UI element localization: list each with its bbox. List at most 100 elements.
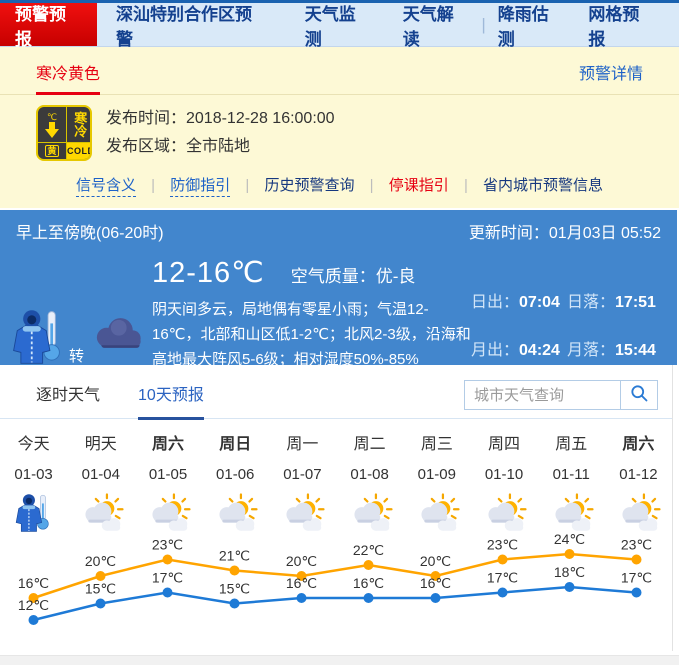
svg-text:17℃: 17℃ bbox=[152, 570, 183, 586]
down-arrow-head-icon bbox=[45, 129, 59, 138]
day-name: 周日 bbox=[202, 430, 269, 454]
link-province-city-warning[interactable]: 省内城市预警信息 bbox=[483, 177, 603, 194]
moonrise-time: 月出：04:24 bbox=[471, 336, 567, 373]
link-defense-guide[interactable]: 防御指引 bbox=[170, 177, 230, 197]
city-search-input[interactable] bbox=[464, 380, 621, 410]
forecast-day-column[interactable]: 周三01-09 bbox=[403, 430, 470, 534]
search-icon bbox=[629, 383, 649, 408]
day-name: 周五 bbox=[538, 430, 605, 454]
partly-cloudy-icon bbox=[67, 492, 134, 534]
alert-section: 寒冷黄色 预警详情 ℃ 寒冷 黄 COLD 发布时间：2018-12-28 16… bbox=[0, 47, 679, 208]
tab-shenshan-warning[interactable]: 深汕特别合作区预警 bbox=[97, 3, 286, 46]
day-date: 01-07 bbox=[269, 466, 336, 483]
svg-text:16℃: 16℃ bbox=[353, 575, 384, 591]
alert-icon-cold-cell: COLD bbox=[67, 143, 92, 159]
tab-ten-day-forecast[interactable]: 10天预报 bbox=[138, 381, 204, 420]
transition-label: 转 bbox=[69, 345, 84, 366]
current-weather-section: 早上至傍晚(06-20时) 更新时间：01月03日 05:52 转 bbox=[0, 210, 677, 365]
day-name: 明天 bbox=[67, 430, 134, 454]
link-weather-interpretation[interactable]: 天气解读 bbox=[391, 0, 482, 50]
dark-cloud-icon bbox=[89, 313, 145, 358]
tab-weather-monitor[interactable]: 天气监测 bbox=[286, 3, 391, 46]
day-date: 01-12 bbox=[605, 466, 672, 483]
link-history-query[interactable]: 历史预警查询 bbox=[264, 177, 354, 194]
alert-icon-arrow-cell: ℃ bbox=[38, 107, 67, 143]
partly-cloudy-icon bbox=[134, 492, 201, 534]
tab-warning-forecast[interactable]: 预警预报 bbox=[0, 3, 97, 46]
link-grid-forecast-label: 网格预报 bbox=[588, 0, 655, 50]
svg-text:23℃: 23℃ bbox=[152, 537, 183, 553]
day-date: 01-08 bbox=[336, 466, 403, 483]
nav-right-links: 天气解读 | 降雨估测 网格预报 bbox=[391, 3, 679, 46]
svg-text:20℃: 20℃ bbox=[85, 553, 116, 569]
link-signal-meaning[interactable]: 信号含义 bbox=[76, 177, 136, 197]
current-weather-icons: 转 bbox=[10, 255, 146, 372]
partly-cloudy-icon bbox=[202, 492, 269, 534]
current-weather-main: 12-16℃ 空气质量：优-良 阴天间多云，局地偶有零星小雨；气温12-16℃，… bbox=[146, 255, 471, 372]
partly-cloudy-icon bbox=[269, 492, 336, 534]
svg-text:17℃: 17℃ bbox=[621, 570, 652, 586]
svg-text:17℃: 17℃ bbox=[487, 570, 518, 586]
forecast-day-column[interactable]: 明天 01-04 bbox=[67, 430, 134, 534]
svg-text:16℃: 16℃ bbox=[286, 575, 317, 591]
link-rain-estimate-label: 降雨估测 bbox=[498, 0, 565, 50]
svg-text:21℃: 21℃ bbox=[219, 548, 250, 564]
alert-icon-level-cell: 黄 bbox=[38, 143, 67, 159]
svg-text:20℃: 20℃ bbox=[286, 553, 317, 569]
alert-level-en-label: COLD bbox=[67, 146, 92, 156]
down-arrow-icon bbox=[49, 122, 55, 129]
link-alert-details[interactable]: 预警详情 bbox=[579, 60, 643, 94]
sunrise-time: 日出：07:04 bbox=[471, 288, 567, 325]
partly-cloudy-icon bbox=[403, 492, 470, 534]
city-search bbox=[464, 380, 658, 410]
tab-hourly-weather[interactable]: 逐时天气 bbox=[36, 381, 100, 417]
weather-description: 阴天间多云，局地偶有零星小雨；气温12-16℃，北部和山区低1-2℃；北风2-3… bbox=[152, 297, 471, 372]
svg-text:16℃: 16℃ bbox=[18, 575, 49, 591]
publish-area: 发布区域：全市陆地 bbox=[106, 133, 335, 161]
links-separator: | bbox=[370, 177, 374, 194]
day-date: 01-06 bbox=[202, 466, 269, 483]
svg-text:24℃: 24℃ bbox=[554, 534, 585, 547]
tab-weather-monitor-label: 天气监测 bbox=[305, 0, 372, 50]
cold-coat-thermometer-icon bbox=[10, 307, 68, 372]
day-date: 01-09 bbox=[403, 466, 470, 483]
day-name: 周六 bbox=[605, 430, 672, 454]
forecast-panel: 逐时天气 10天预报 今天01-03明天01-04周六01-05周日01-06周… bbox=[0, 365, 673, 651]
forecast-day-column[interactable]: 周六 01-12 bbox=[605, 430, 672, 534]
svg-text:15℃: 15℃ bbox=[85, 581, 116, 597]
day-name: 周六 bbox=[134, 430, 201, 454]
period-label: 早上至傍晚(06-20时) bbox=[16, 219, 164, 243]
svg-text:12℃: 12℃ bbox=[18, 597, 49, 613]
degree-label: ℃ bbox=[47, 112, 57, 122]
forecast-day-column[interactable]: 周五01-11 bbox=[538, 430, 605, 534]
link-class-suspension[interactable]: 停课指引 bbox=[389, 177, 449, 194]
links-separator: | bbox=[245, 177, 249, 194]
day-date: 01-05 bbox=[134, 466, 201, 483]
forecast-days: 今天01-03明天01-04周六01-05周日01-06周一01-07周二01-… bbox=[0, 419, 672, 534]
links-separator: | bbox=[464, 177, 468, 194]
sun-moon-times: 日出：07:04 日落：17:51 月出：04:24 月落：15:44 bbox=[471, 288, 663, 372]
tab-cold-yellow-alert[interactable]: 寒冷黄色 bbox=[36, 60, 100, 95]
alert-tab-row: 寒冷黄色 预警详情 bbox=[0, 47, 679, 95]
day-name: 周二 bbox=[336, 430, 403, 454]
links-separator: | bbox=[151, 177, 155, 194]
forecast-day-column[interactable]: 今天01-03 bbox=[0, 430, 67, 534]
link-grid-forecast[interactable]: 网格预报 bbox=[576, 0, 667, 50]
day-date: 01-10 bbox=[470, 466, 537, 483]
period-band: 早上至傍晚(06-20时) 更新时间：01月03日 05:52 bbox=[0, 210, 677, 247]
forecast-day-column[interactable]: 周二 01-08 bbox=[336, 430, 403, 534]
forecast-day-column[interactable]: 周四01-10 bbox=[470, 430, 537, 534]
alert-meta: 发布时间：2018-12-28 16:00:00 发布区域：全市陆地 bbox=[106, 105, 335, 161]
forecast-day-column[interactable]: 周六 01-05 bbox=[134, 430, 201, 534]
svg-text:16℃: 16℃ bbox=[420, 575, 451, 591]
svg-text:23℃: 23℃ bbox=[487, 537, 518, 553]
cold-yellow-alert-icon: ℃ 寒冷 黄 COLD bbox=[36, 105, 92, 161]
forecast-day-column[interactable]: 周一01-07 bbox=[269, 430, 336, 534]
alert-level-label: 黄 bbox=[45, 145, 58, 157]
footer-bar bbox=[0, 655, 679, 665]
search-button[interactable] bbox=[620, 380, 658, 410]
forecast-day-column[interactable]: 周日 01-06 bbox=[202, 430, 269, 534]
link-rain-estimate[interactable]: 降雨估测 bbox=[486, 0, 577, 50]
day-date: 01-04 bbox=[67, 466, 134, 483]
svg-text:15℃: 15℃ bbox=[219, 581, 250, 597]
